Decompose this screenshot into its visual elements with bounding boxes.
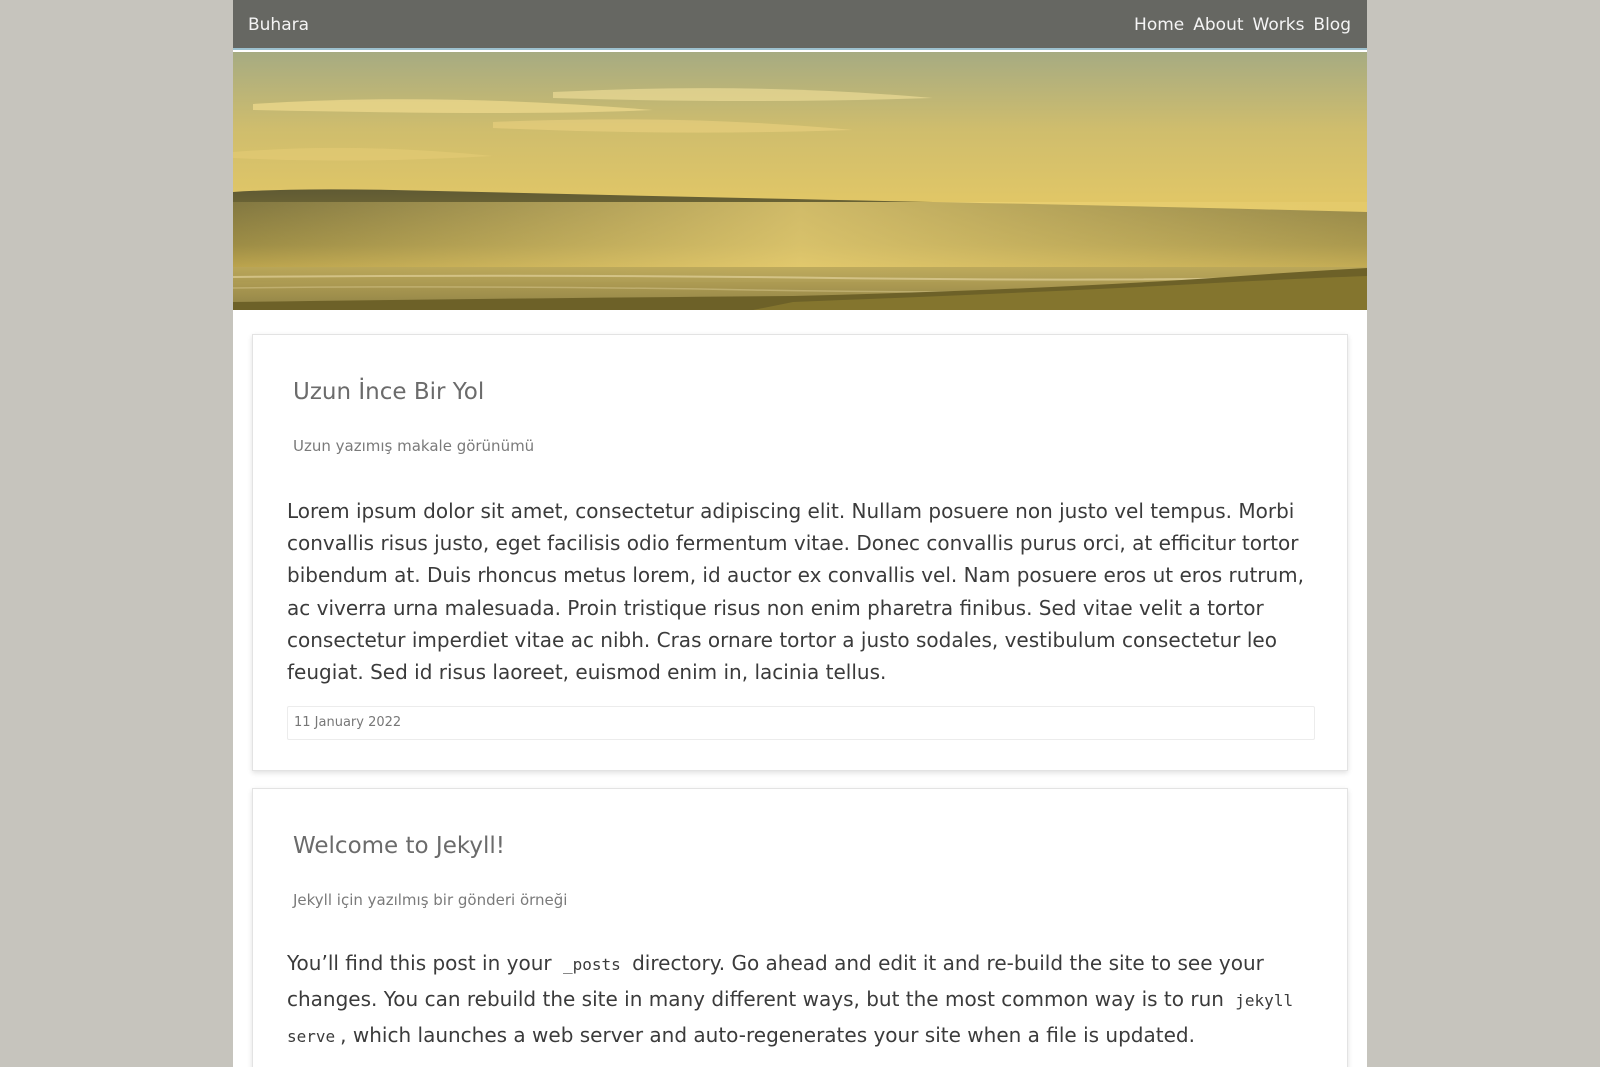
post-excerpt-text: You’ll find this post in your [287,951,558,975]
brand-link[interactable]: Buhara [248,15,309,35]
post-subtitle: Jekyll için yazılmış bir gönderi örneği [293,891,568,909]
nav-link-works[interactable]: Works [1253,15,1305,35]
post-footer: 11 January 2022 [287,706,1315,740]
nav-links: Home About Works Blog [1134,15,1351,35]
hero-landscape-image [233,52,1367,310]
inline-code-posts: _posts [562,955,621,974]
post-card: Uzun İnce Bir Yol Uzun yazımış makale gö… [252,334,1348,771]
nav-link-blog[interactable]: Blog [1313,15,1351,35]
post-title-link[interactable]: Welcome to Jekyll! [293,831,505,861]
post-excerpt-text: , which launches a web server and auto-r… [340,1023,1195,1047]
post-excerpt: Lorem ipsum dolor sit amet, consectetur … [287,499,1305,685]
post-excerpt: You’ll find this post in your _posts dir… [287,946,1317,1054]
post-title-link[interactable]: Uzun İnce Bir Yol [293,377,484,407]
post-card: Welcome to Jekyll! Jekyll için yazılmış … [252,788,1348,1067]
nav-link-home[interactable]: Home [1134,15,1184,35]
post-date: 11 January 2022 [294,715,402,730]
top-navbar: Buhara Home About Works Blog [233,0,1367,50]
post-subtitle: Uzun yazımış makale görünümü [293,437,535,455]
page-container: Buhara Home About Works Blog Uzun İnce B… [233,0,1367,1067]
nav-link-about[interactable]: About [1193,15,1243,35]
